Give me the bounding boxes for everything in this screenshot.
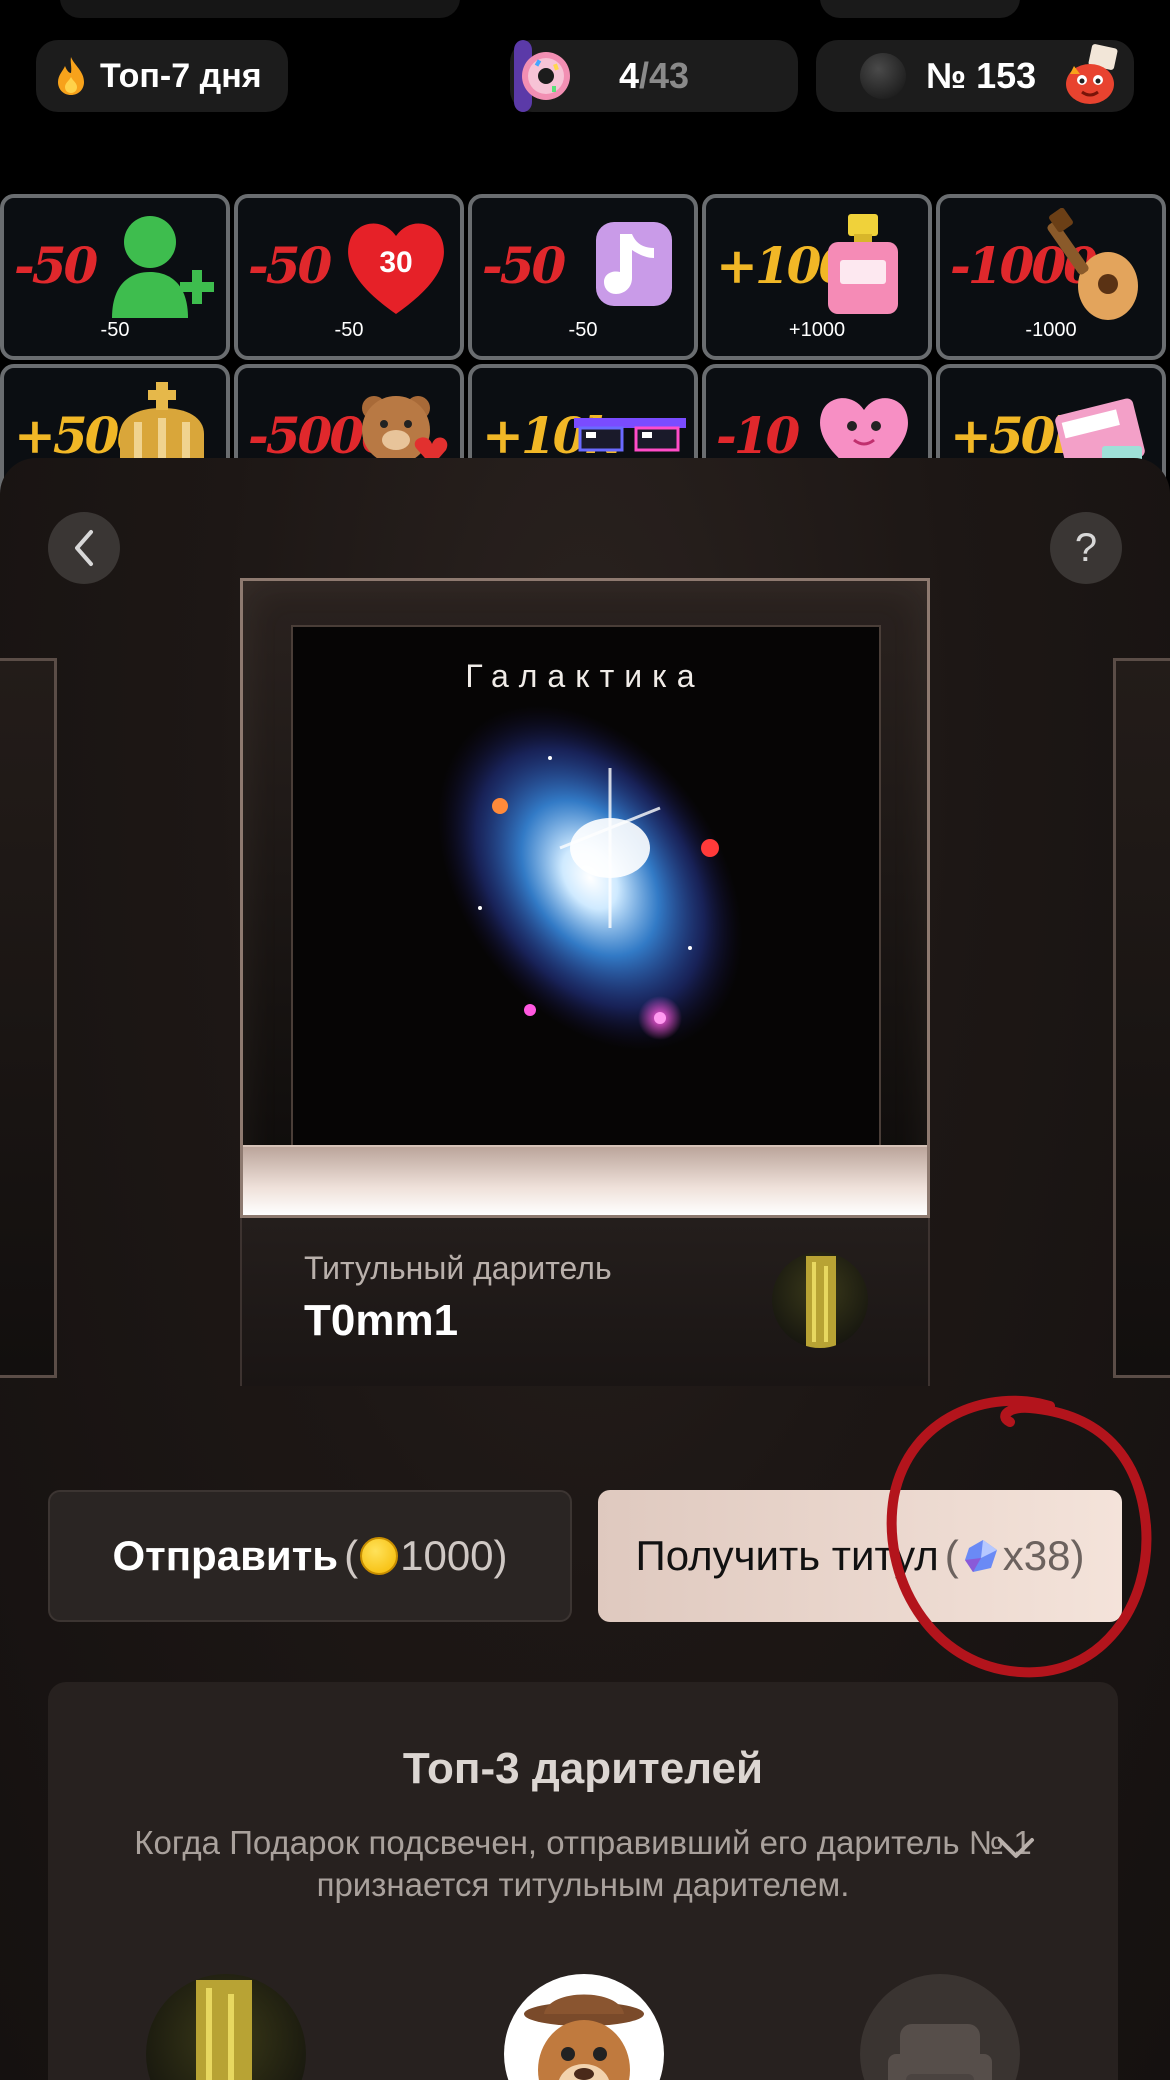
top3-description: Когда Подарок подсвечен, отправивший его… (134, 1824, 1032, 1903)
prev-gift-showcase[interactable] (0, 658, 57, 1378)
gift-sub-amount: -50 (568, 319, 598, 341)
gift-sub-amount: -50 (334, 319, 364, 341)
red-mascot-icon (1066, 44, 1118, 104)
flame-icon (58, 57, 84, 95)
title-donor-avatar[interactable] (772, 1252, 868, 1348)
galaxy-gift-image (437, 705, 743, 1051)
gift-tile[interactable]: -1000 -1000 (936, 194, 1166, 360)
donut-counter[interactable]: 4/43 (510, 40, 798, 112)
help-button[interactable]: ? (1050, 512, 1122, 584)
help-icon: ? (1074, 525, 1098, 570)
viewer-avatars-stub[interactable] (820, 0, 1020, 18)
gift-tile[interactable]: -50 30 -50 (234, 194, 464, 360)
heart-30-icon: 30 (348, 223, 444, 314)
gift-sub-amount: -1000 (1025, 319, 1077, 341)
gift-amount: -10 (716, 406, 800, 465)
donut-current: 4 (618, 55, 639, 96)
next-gift-showcase[interactable] (1113, 658, 1170, 1378)
gift-name: Галактика (465, 658, 705, 694)
showcase-base (243, 1145, 927, 1215)
gift-sub-amount: -50 (100, 319, 130, 341)
title-donor-card[interactable]: Титульный даритель T0mm1 (240, 1218, 930, 1386)
host-info-stub[interactable] (60, 0, 460, 18)
chevron-down-icon[interactable] (996, 1832, 1036, 1862)
add-friend-icon (112, 216, 214, 318)
mandolin-icon (1047, 208, 1138, 320)
perfume-icon (828, 214, 898, 314)
donut-icon (514, 40, 570, 112)
top3-title: Топ-3 дарителей (402, 1744, 764, 1793)
title-donor-label: Титульный даритель (304, 1250, 612, 1286)
gift-amount: -50 (248, 236, 332, 295)
gift-amount: -50 (482, 236, 566, 295)
send-label: Отправить (112, 1532, 339, 1579)
gift-sub-amount: +1000 (788, 319, 846, 341)
rank-label: № 153 (926, 55, 1037, 96)
gift-tile[interactable]: -50 -50 (0, 194, 230, 360)
gift-tile[interactable]: -50 -50 (468, 194, 698, 360)
rank-badge[interactable]: № 153 (816, 40, 1134, 112)
gift-showcase: Галактика (240, 578, 930, 1218)
send-paren-open: ( (344, 1532, 359, 1579)
send-paren-close: ) (493, 1532, 508, 1579)
donor-photo (806, 1256, 836, 1348)
red-circle-annotation (886, 1395, 1152, 1678)
back-button[interactable] (48, 512, 120, 584)
send-gift-button[interactable]: Отправить ( 1000 ) (48, 1490, 572, 1622)
send-cost: 1000 (400, 1532, 494, 1579)
donut-separator: / (638, 55, 649, 96)
top7-badge[interactable]: Топ-7 дня (36, 40, 288, 112)
svg-text:30: 30 (379, 246, 412, 279)
chevron-left-icon (75, 530, 93, 566)
live-header: Топ-7 дня 4/43 № 153 (0, 0, 1170, 190)
rank-avatar (860, 53, 906, 99)
coin-icon (360, 1537, 399, 1575)
top7-label: Топ-7 дня (100, 56, 262, 95)
gift-detail-sheet: ? Галактика Титульный даритель T0mm1 Отп… (0, 458, 1170, 2080)
tiktok-note-icon (596, 222, 672, 306)
gift-amount: -50 (14, 236, 98, 295)
gift-tile[interactable]: +1000 +1000 (702, 194, 932, 360)
gift-grid-row-1: -50 -50 -50 30 -50 -50 -50 +1000 +1000 -… (0, 194, 1166, 360)
donut-total: 43 (649, 55, 690, 96)
title-donor-name: T0mm1 (304, 1296, 459, 1345)
